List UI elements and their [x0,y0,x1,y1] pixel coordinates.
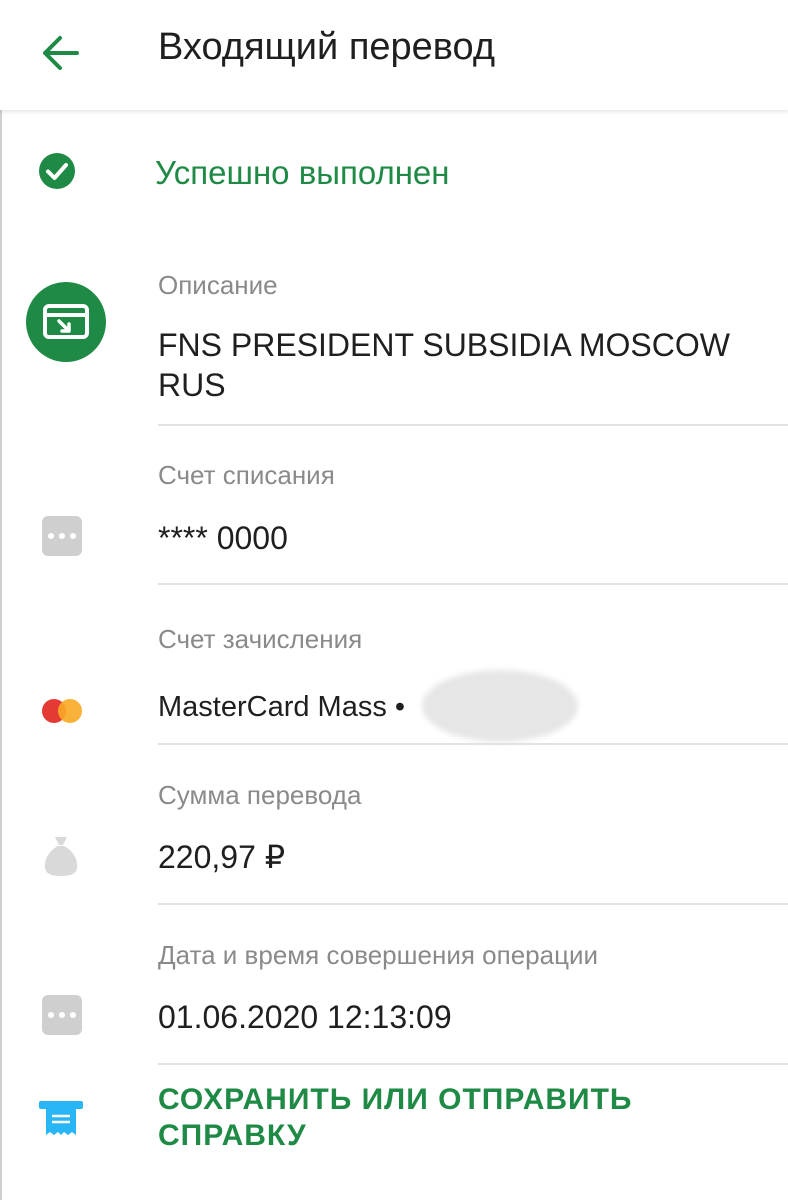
money-bag-icon [42,835,80,882]
credit-account-label: Счет зачисления [158,624,363,654]
status-text: Успешно выполнен [155,154,450,191]
divider [158,1063,788,1065]
card-incoming-icon [26,282,106,367]
more-dots-icon [42,516,82,556]
divider [158,424,788,426]
datetime-value: 01.06.2020 12:13:09 [158,999,452,1035]
amount-label: Сумма перевода [158,780,362,810]
amount-value: 220,97 ₽ [158,839,286,875]
datetime-label: Дата и время совершения операции [158,940,599,970]
divider [158,903,788,905]
description-value: FNS PRESIDENT SUBSIDIA MOSCOW RUS [158,327,730,403]
divider [158,583,788,585]
frame-edge [0,0,2,1200]
divider [158,743,788,745]
check-circle-icon [38,152,76,195]
debit-account-label: Счет списания [158,460,335,490]
back-button[interactable] [30,25,90,80]
debit-account-value: **** 0000 [158,520,288,556]
description-label: Описание [158,270,278,300]
save-or-send-receipt-button[interactable]: СОХРАНИТЬ ИЛИ ОТПРАВИТЬ СПРАВКУ [158,1082,718,1154]
mastercard-icon [41,697,83,730]
app-header: Входящий перевод [0,0,788,110]
arrow-left-icon [43,35,79,70]
page-title: Входящий перевод [158,26,496,68]
receipt-icon [39,1101,83,1142]
more-dots-icon [42,995,82,1035]
redacted-blur [422,670,578,742]
